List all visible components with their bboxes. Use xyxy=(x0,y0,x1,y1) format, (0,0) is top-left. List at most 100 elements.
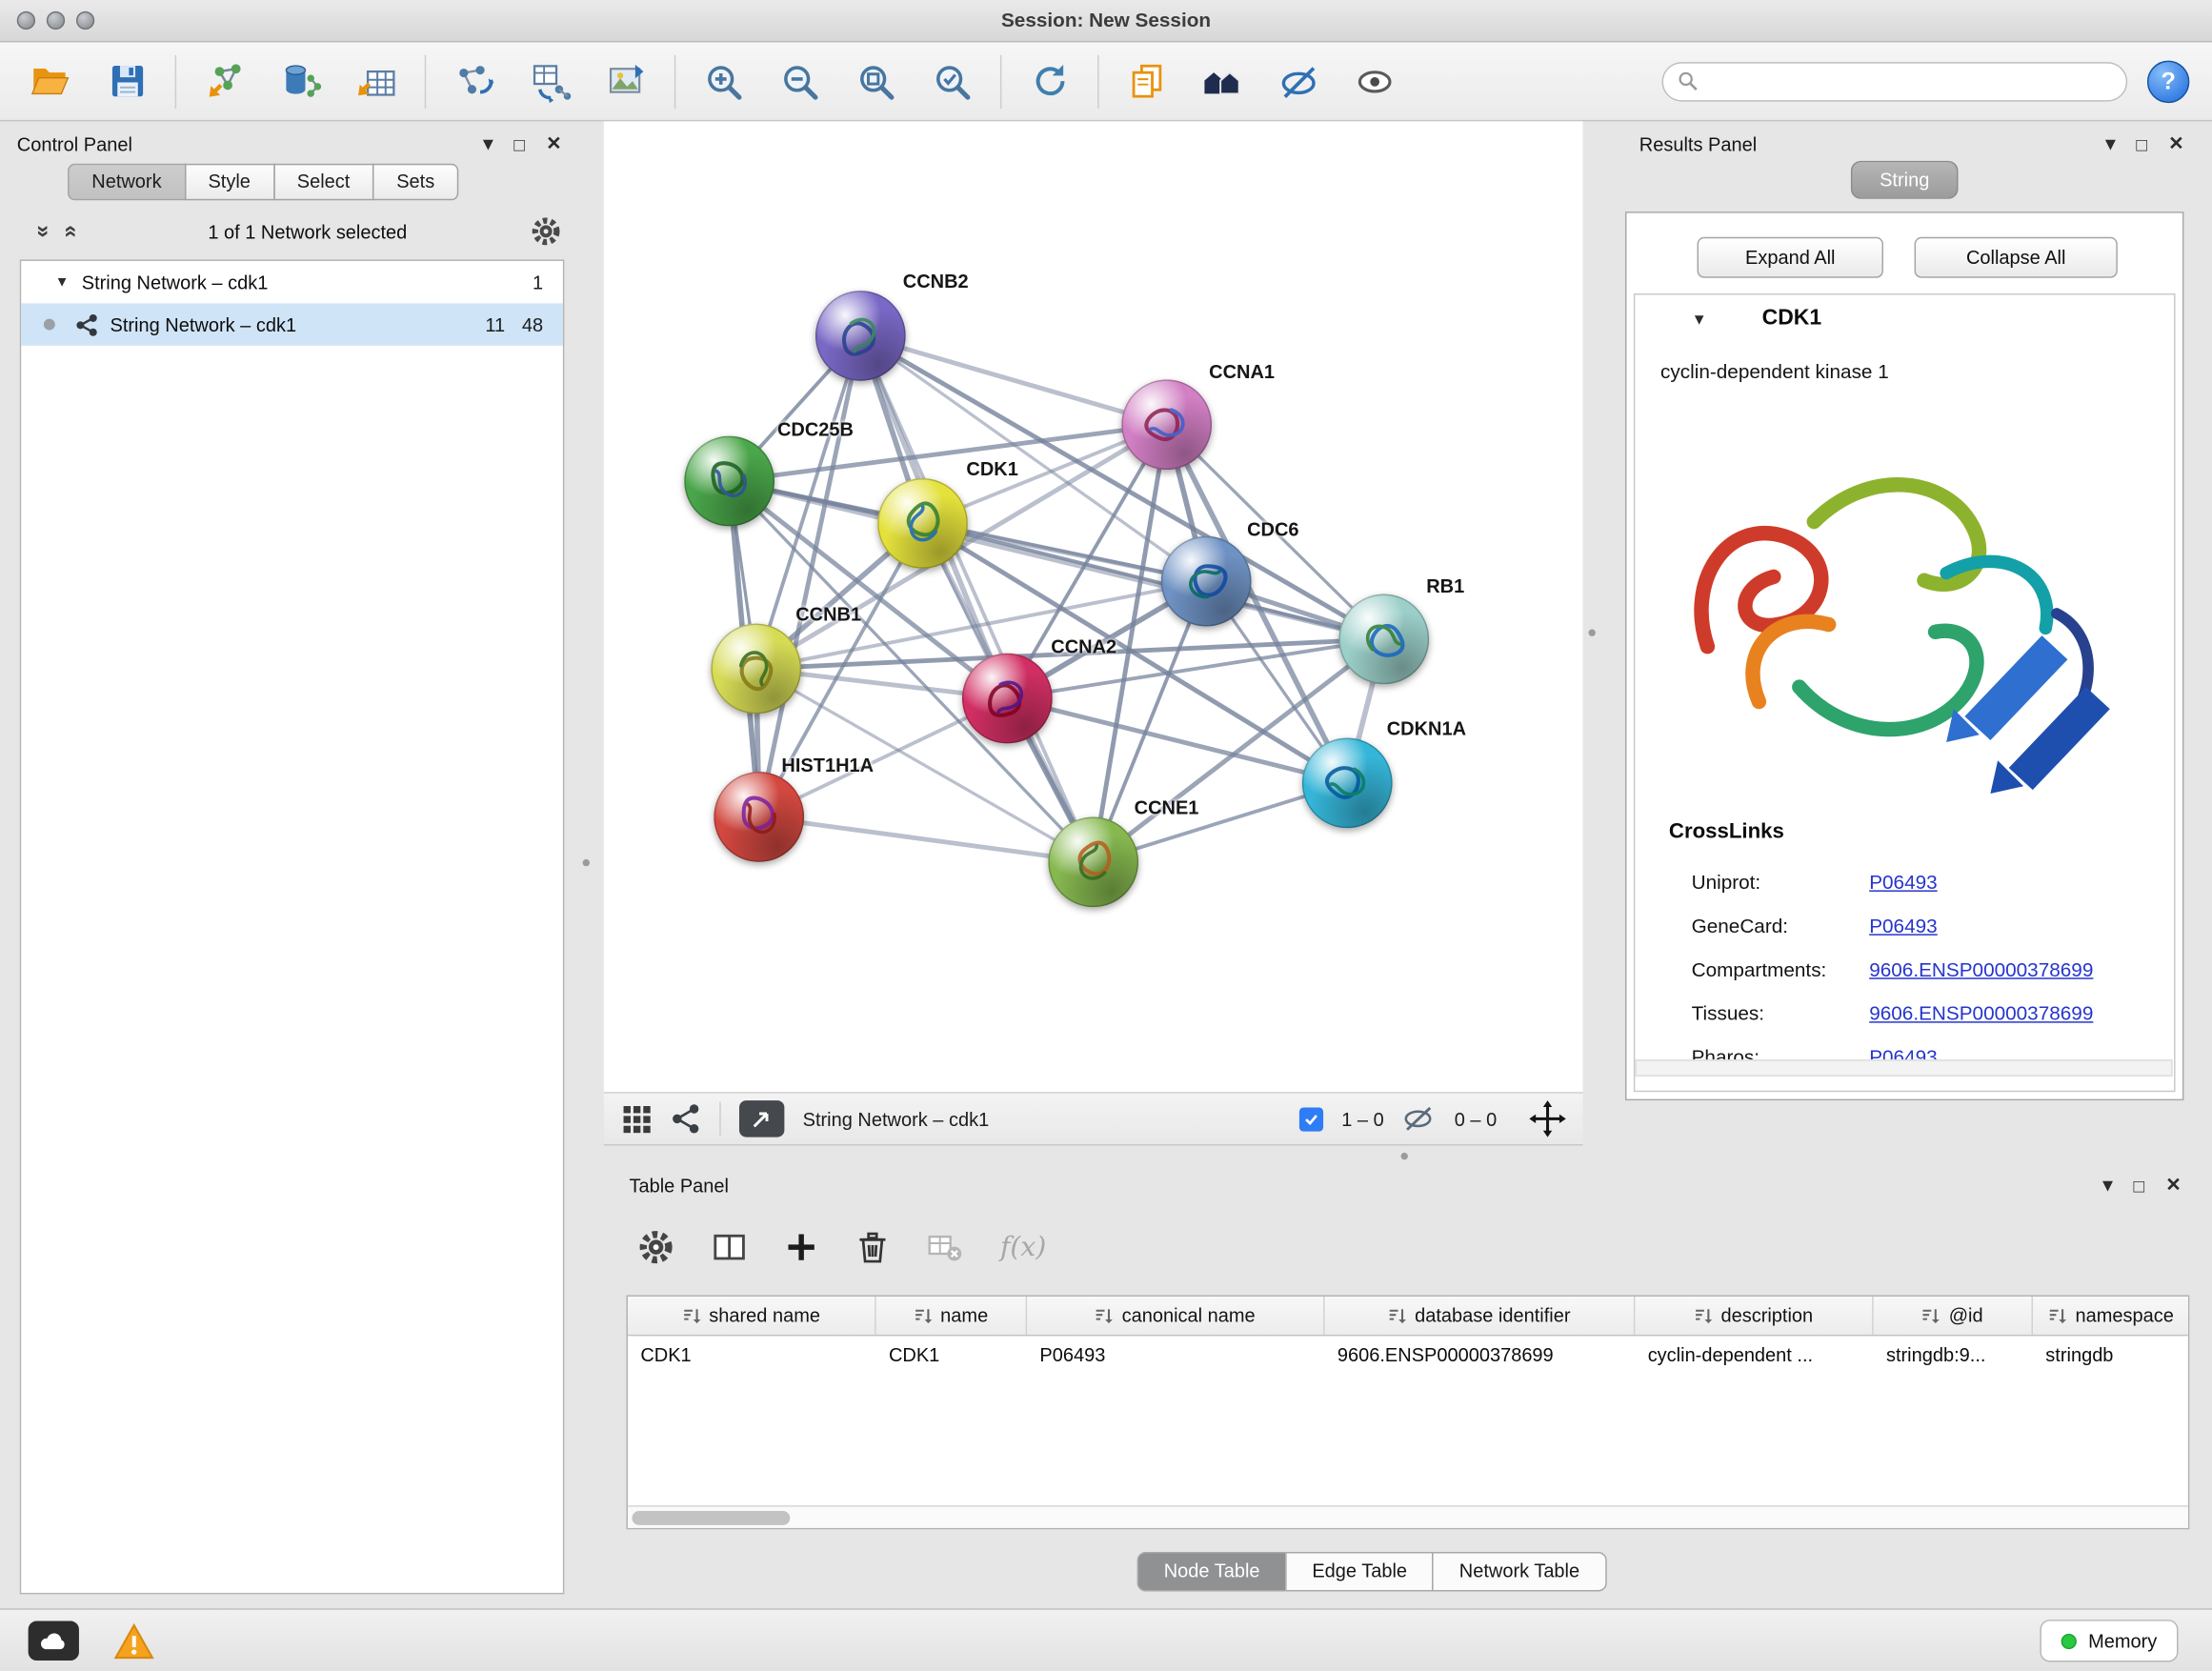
network-table-view-button[interactable] xyxy=(522,51,578,111)
network-node-cdc6[interactable] xyxy=(1161,536,1252,627)
collapse-all-networks-icon[interactable]: » xyxy=(30,217,55,246)
share-network-icon[interactable] xyxy=(670,1103,701,1135)
column-header-shared-name[interactable]: shared name xyxy=(628,1297,876,1335)
delete-column-button[interactable] xyxy=(855,1229,890,1266)
network-node-cdk1[interactable] xyxy=(877,478,968,569)
pan-crosshair-icon[interactable] xyxy=(1529,1100,1566,1137)
memory-button[interactable]: Memory xyxy=(2041,1620,2179,1661)
network-node-ccna2[interactable] xyxy=(962,654,1053,744)
network-share-icon xyxy=(74,312,98,336)
network-node-hist1h1a[interactable] xyxy=(714,772,804,862)
column-header-database-identifier[interactable]: database identifier xyxy=(1325,1297,1636,1335)
network-node-cdc25b[interactable] xyxy=(684,436,774,527)
show-columns-button[interactable] xyxy=(711,1229,748,1266)
control-panel-close-icon[interactable]: ✕ xyxy=(546,132,561,155)
control-panel-menu-icon[interactable]: ▾ xyxy=(484,132,493,155)
crosslink-tissues-link[interactable]: 9606.ENSP00000378699 xyxy=(1869,1001,2093,1024)
warnings-button[interactable] xyxy=(111,1621,158,1661)
results-hscrollbar[interactable] xyxy=(1635,1059,2172,1077)
results-panel-menu-icon[interactable]: ▾ xyxy=(2106,132,2116,155)
sort-icon xyxy=(914,1306,932,1324)
hidden-node-edge-counts: 0 – 0 xyxy=(1455,1108,1497,1129)
import-network-from-file-button[interactable] xyxy=(196,51,252,111)
create-column-button[interactable] xyxy=(784,1230,818,1264)
table-cell: CDK1 xyxy=(628,1336,876,1373)
import-network-from-database-button[interactable] xyxy=(272,51,329,111)
tab-node-table[interactable]: Node Table xyxy=(1137,1552,1287,1591)
crosslink-row: Uniprot:P06493 xyxy=(1692,859,2158,903)
zoom-selected-button[interactable] xyxy=(924,51,980,111)
search-input[interactable] xyxy=(1708,70,2112,91)
collapse-all-button[interactable]: Collapse All xyxy=(1915,237,2118,278)
tab-network-table[interactable]: Network Table xyxy=(1433,1552,1607,1591)
network-node-cdkn1a[interactable] xyxy=(1302,738,1393,829)
tree-expand-icon[interactable]: ▼ xyxy=(55,274,70,290)
clipboard-document-button[interactable] xyxy=(1118,51,1175,111)
open-in-external-button[interactable] xyxy=(739,1100,784,1137)
control-panel-float-icon[interactable]: □ xyxy=(513,133,525,154)
network-node-ccne1[interactable] xyxy=(1048,816,1138,907)
save-session-button[interactable] xyxy=(99,51,155,111)
column-header--id[interactable]: @id xyxy=(1874,1297,2033,1335)
results-panel-float-icon[interactable]: □ xyxy=(2136,133,2147,154)
column-header-description[interactable]: description xyxy=(1635,1297,1873,1335)
zoom-fit-button[interactable] xyxy=(848,51,904,111)
network-options-gear-icon[interactable] xyxy=(531,216,562,248)
help-button[interactable]: ? xyxy=(2147,60,2189,102)
tab-string[interactable]: String xyxy=(1851,161,1959,199)
apply-layout-button[interactable] xyxy=(446,51,502,111)
network-node-ccnb1[interactable] xyxy=(711,624,801,715)
column-header-name[interactable]: name xyxy=(876,1297,1027,1335)
refresh-layout-button[interactable] xyxy=(1021,51,1077,111)
table-panel-close-icon[interactable]: ✕ xyxy=(2165,1174,2181,1197)
selected-checkbox-icon[interactable] xyxy=(1299,1107,1323,1131)
zoom-out-button[interactable] xyxy=(772,51,828,111)
table-panel-float-icon[interactable]: □ xyxy=(2133,1175,2144,1196)
control-panel-title: Control Panel xyxy=(17,133,132,154)
fx-label: f(x) xyxy=(1000,1232,1046,1263)
function-builder-button[interactable]: f(x) xyxy=(1000,1232,1046,1263)
expand-all-button[interactable]: Expand All xyxy=(1698,237,1883,278)
export-image-button[interactable] xyxy=(598,51,654,111)
table-settings-button[interactable] xyxy=(637,1229,674,1266)
network-node-rb1[interactable] xyxy=(1338,594,1429,684)
network-row-selected[interactable]: String Network – cdk1 11 48 xyxy=(21,303,563,345)
cloud-button[interactable] xyxy=(29,1621,79,1661)
hide-selected-button[interactable] xyxy=(1271,51,1327,111)
network-node-ccnb2[interactable] xyxy=(815,291,906,381)
network-canvas[interactable]: CCNB2 CCNA1 CDC25B CDK1 CDC6 RB1 CCNB1 C… xyxy=(604,121,1583,1092)
right-splitter-handle[interactable] xyxy=(1588,629,1595,635)
column-header-canonical-name[interactable]: canonical name xyxy=(1027,1297,1324,1335)
tab-network[interactable]: Network xyxy=(68,164,186,201)
protein-ribbon-icon xyxy=(1057,826,1129,897)
table-hscrollbar-thumb[interactable] xyxy=(632,1511,790,1525)
horizontal-splitter-handle[interactable] xyxy=(1401,1153,1408,1159)
tab-sets[interactable]: Sets xyxy=(372,164,458,201)
birds-eye-view-icon[interactable] xyxy=(621,1103,653,1135)
crosslink-genecard-link[interactable]: P06493 xyxy=(1869,914,1937,936)
network-collection-row[interactable]: ▼ String Network – cdk1 1 xyxy=(21,261,563,303)
results-panel-close-icon[interactable]: ✕ xyxy=(2168,132,2183,155)
table-panel-menu-icon[interactable]: ▾ xyxy=(2103,1174,2113,1197)
show-all-networks-button[interactable] xyxy=(1195,51,1251,111)
search-box[interactable] xyxy=(1662,61,2128,100)
gene-section-collapse-icon[interactable]: ▼ xyxy=(1692,312,1707,329)
column-header-namespace[interactable]: namespace xyxy=(2033,1297,2189,1335)
tab-select[interactable]: Select xyxy=(273,164,374,201)
expand-all-networks-icon[interactable]: » xyxy=(58,217,84,246)
open-session-button[interactable] xyxy=(23,51,79,111)
network-layout-icon xyxy=(452,59,496,103)
protein-ribbon-icon xyxy=(691,443,768,520)
show-selected-button[interactable] xyxy=(1347,51,1403,111)
delete-table-button[interactable] xyxy=(927,1230,964,1264)
left-splitter-handle[interactable] xyxy=(583,859,590,866)
table-hscrollbar[interactable] xyxy=(628,1505,2188,1528)
import-table-from-file-button[interactable] xyxy=(349,51,405,111)
crosslink-uniprot-link[interactable]: P06493 xyxy=(1869,870,1937,893)
zoom-in-button[interactable] xyxy=(695,51,752,111)
tab-edge-table[interactable]: Edge Table xyxy=(1285,1552,1434,1591)
tab-style[interactable]: Style xyxy=(184,164,274,201)
table-row[interactable]: CDK1CDK1P064939606.ENSP00000378699cyclin… xyxy=(628,1336,2188,1373)
network-node-ccna1[interactable] xyxy=(1121,379,1212,470)
crosslink-compartments-link[interactable]: 9606.ENSP00000378699 xyxy=(1869,957,2093,980)
